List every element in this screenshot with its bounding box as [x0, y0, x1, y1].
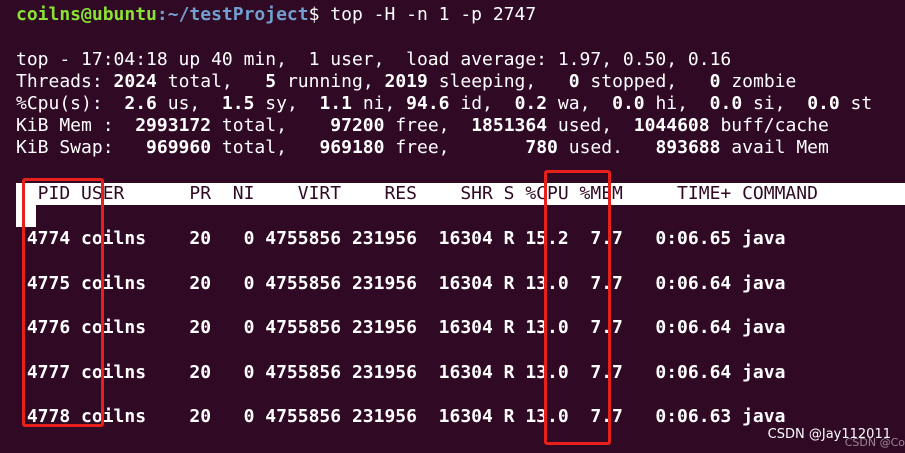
- swap-free-label: free,: [384, 137, 526, 158]
- cpu-column-highlight: [544, 170, 611, 445]
- swap-free: 969180: [319, 137, 385, 158]
- mem-total-label: total,: [211, 115, 331, 136]
- mem-used: 1851364: [471, 115, 548, 136]
- threads-line: Threads: 2024 total, 5 running, 2019 sle…: [16, 71, 796, 93]
- cpu-st: 0.0: [807, 93, 840, 114]
- threads-running: 5: [265, 71, 277, 92]
- cpu-si: 0.0: [709, 93, 743, 114]
- swap-avail-label: avail Mem: [720, 137, 829, 158]
- threads-stopped: 0: [568, 71, 580, 92]
- threads-sleeping: 2019: [384, 71, 428, 92]
- threads-stopped-label: stopped,: [579, 71, 710, 92]
- mem-label: KiB Mem :: [16, 115, 136, 136]
- cpu-st-label: st: [839, 93, 873, 114]
- cpu-wa-label: wa,: [547, 93, 613, 114]
- swap-line: KiB Swap: 969960 total, 969180 free, 780…: [16, 137, 829, 159]
- prompt-path: :~/testProject: [156, 4, 309, 25]
- prompt-symbol: $: [308, 4, 320, 25]
- prompt-user-host: coilns@ubuntu: [16, 4, 157, 25]
- cpu-ni: 1.1: [319, 93, 352, 114]
- cpu-id-label: id,: [449, 93, 515, 114]
- cpu-sy-label: sy,: [254, 93, 320, 114]
- cpu-wa: 0.2: [514, 93, 548, 114]
- command-prompt-line: coilns@ubuntu:~/testProject$ top -H -n 1…: [16, 4, 536, 26]
- cpu-line: %Cpu(s): 2.6 us, 1.5 sy, 1.1 ni, 94.6 id…: [16, 93, 872, 115]
- cpu-us-label: us,: [156, 93, 222, 114]
- terminal-window[interactable]: coilns@ubuntu:~/testProject$ top -H -n 1…: [0, 0, 905, 453]
- cpu-ni-label: ni,: [351, 93, 407, 114]
- threads-zombie: 0: [709, 71, 721, 92]
- cpu-hi-label: hi,: [644, 93, 710, 114]
- swap-used: 780: [525, 137, 558, 158]
- swap-label: KiB Swap:: [16, 137, 147, 158]
- threads-zombie-label: zombie: [720, 71, 797, 92]
- watermark-faint-text: CSDN @Co: [844, 436, 905, 449]
- mem-used-label: used,: [547, 115, 634, 136]
- mem-total: 2993172: [135, 115, 212, 136]
- threads-total: 2024: [113, 71, 157, 92]
- cpu-sy: 1.5: [221, 93, 255, 114]
- cpu-id: 94.6: [406, 93, 450, 114]
- swap-total: 969960: [146, 137, 212, 158]
- cpu-label: %Cpu(s):: [16, 93, 125, 114]
- process-row: 4775 coilns 20 0 4755856 231956 16304 R …: [16, 273, 786, 294]
- process-row: 4778 coilns 20 0 4755856 231956 16304 R …: [16, 406, 786, 427]
- threads-total-label: total,: [156, 71, 266, 92]
- process-table-header: PID USER PR NI VIRT RES SHR S %CPU %MEM …: [16, 183, 818, 204]
- swap-avail: 893688: [655, 137, 721, 158]
- threads-label: Threads:: [16, 71, 114, 92]
- swap-total-label: total,: [211, 137, 320, 158]
- threads-sleeping-label: sleeping,: [427, 71, 569, 92]
- memory-line: KiB Mem : 2993172 total, 97200 free, 185…: [16, 115, 829, 137]
- process-row: 4774 coilns 20 0 4755856 231956 16304 R …: [16, 228, 786, 249]
- mem-free-label: free,: [384, 115, 472, 136]
- cpu-hi: 0.0: [612, 93, 645, 114]
- process-row: 4776 coilns 20 0 4755856 231956 16304 R …: [16, 317, 786, 338]
- pid-column-highlight: [22, 178, 104, 427]
- threads-running-label: running,: [276, 71, 385, 92]
- mem-buff-label: buff/cache: [709, 115, 829, 136]
- mem-free: 97200: [330, 115, 385, 136]
- prompt-command: top -H -n 1 -p 2747: [319, 4, 537, 25]
- process-row: 4777 coilns 20 0 4755856 231956 16304 R …: [16, 362, 786, 383]
- mem-buff-cache: 1044608: [633, 115, 710, 136]
- cpu-si-label: si,: [742, 93, 808, 114]
- swap-used-label: used.: [557, 137, 656, 158]
- cpu-us: 2.6: [124, 93, 157, 114]
- uptime-load-line: top - 17:04:18 up 40 min, 1 user, load a…: [16, 49, 732, 70]
